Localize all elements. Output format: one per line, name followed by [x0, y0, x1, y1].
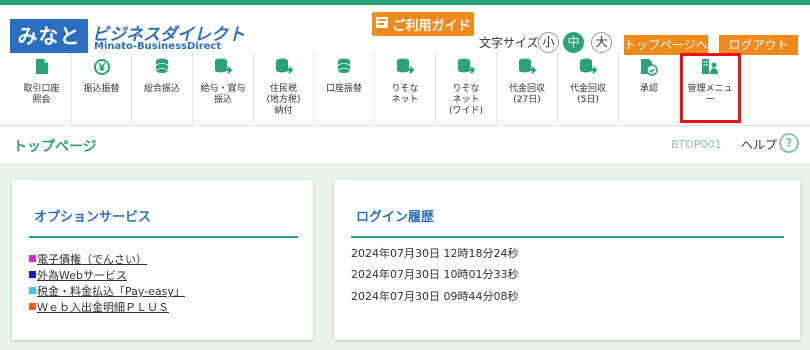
yen-transfer-icon [93, 58, 111, 76]
admin-icon [701, 58, 719, 76]
nav-label: 総合振込 [143, 84, 180, 94]
nav-label: 承認 [639, 84, 658, 94]
logo-main: みなと [10, 19, 88, 53]
panel-divider [351, 236, 784, 238]
book-icon [375, 16, 389, 32]
coins-arrow-icon [457, 58, 476, 76]
nav-item-salary-transfer[interactable]: 給与・賞与 振込 [193, 53, 254, 123]
bullet-square [29, 303, 36, 310]
coins-arrow-icon [214, 58, 233, 76]
login-history-entry: 2024年07月30日 09時44分08秒 [351, 290, 519, 303]
nav-item-collection-27[interactable]: 代金回収 (27日) [497, 53, 558, 123]
login-history-panel: ログイン履歴 2024年07月30日 12時18分24秒 2024年07月30日… [334, 180, 800, 340]
nav-item-account-inquiry[interactable]: 取引口座 照会 [12, 53, 72, 123]
logo-subtitle: Minato-BusinessDirect [94, 41, 222, 52]
nav-label: 口座振替 [325, 84, 362, 94]
nav-label: 取引口座 照会 [23, 84, 60, 105]
nav-label: りそな ネット [391, 84, 419, 105]
coins-icon [337, 58, 351, 76]
page-title: トップページ [13, 139, 97, 155]
user-guide-button[interactable]: ご利用ガイド [372, 12, 474, 36]
login-history-entry: 2024年07月30日 12時18分24秒 [351, 247, 519, 260]
nav-item-account-transfer[interactable]: 口座振替 [314, 53, 375, 123]
font-size-label: 文字サイズ [479, 36, 539, 50]
nav-item-resona-net-wide[interactable]: りそな ネット (ワイド) [436, 53, 497, 123]
bullet-square [29, 287, 36, 294]
option-link-web-statement-plus[interactable]: Ｗｅｂ入出金明細ＰＬＵＳ [29, 301, 185, 314]
coins-arrow-icon [275, 58, 293, 76]
login-history-entry: 2024年07月30日 10時01分33秒 [351, 268, 519, 281]
approve-icon [640, 58, 658, 76]
nav-label: 代金回収 (27日) [508, 84, 545, 105]
option-label: 外為Webサービス [37, 269, 127, 282]
font-size-large-button[interactable]: 大 [591, 32, 612, 53]
option-label: 税金・料金払込「Pay-easy」 [37, 285, 185, 298]
option-link-forex-web[interactable]: 外為Webサービス [29, 269, 185, 282]
option-label: 電子債権（でんさい） [37, 253, 147, 266]
nav-label: りそな ネット (ワイド) [448, 84, 484, 116]
bullet-square [29, 271, 36, 278]
user-guide-label: ご利用ガイド [392, 18, 471, 34]
nav-item-transfer[interactable]: 振込振替 [72, 53, 132, 123]
nav-label: 代金回収 (5日) [569, 84, 606, 105]
nav-label: 給与・賞与 振込 [200, 84, 246, 105]
main-nav: 取引口座 照会 振込振替 総合振込 給与・賞与 振込 住民税 (地方税) 納付 [12, 53, 810, 123]
option-label: Ｗｅｂ入出金明細ＰＬＵＳ [37, 301, 169, 314]
option-link-pay-easy[interactable]: 税金・料金払込「Pay-easy」 [29, 285, 185, 298]
nav-item-resona-net[interactable]: りそな ネット [375, 53, 436, 123]
option-link-densai[interactable]: 電子債権（でんさい） [29, 253, 185, 266]
document-icon [35, 58, 49, 76]
nav-label: 振込振替 [83, 84, 120, 94]
nav-item-admin-menu[interactable]: 管理メニュ ー [680, 53, 741, 123]
bullet-square [29, 255, 36, 262]
page-title-bar: トップページ BTOP001 ヘルプ ? [0, 125, 810, 163]
help-link[interactable]: ヘルプ [741, 136, 777, 153]
coins-arrow-icon [518, 58, 537, 76]
nav-item-collection-5[interactable]: 代金回収 (5日) [558, 53, 619, 123]
option-services-title: オプションサービス [34, 210, 152, 225]
font-size-small-button[interactable]: 小 [538, 32, 559, 53]
nav-item-approval[interactable]: 承認 [619, 53, 680, 123]
nav-item-resident-tax[interactable]: 住民税 (地方税) 納付 [254, 53, 314, 123]
coins-icon [155, 58, 169, 76]
nav-label: 住民税 (地方税) 納付 [266, 84, 301, 116]
login-history-title: ログイン履歴 [356, 210, 435, 225]
header: みなと ビジネスダイレクト Minato-BusinessDirect ご利用ガ… [0, 5, 810, 125]
option-services-list: 電子債権（でんさい） 外為Webサービス 税金・料金払込「Pay-easy」 Ｗ… [29, 253, 185, 317]
logout-link[interactable]: ログアウト [719, 35, 798, 55]
coins-arrow-icon [396, 58, 415, 76]
option-services-panel: オプションサービス 電子債権（でんさい） 外為Webサービス 税金・料金払込「P… [12, 180, 313, 340]
logo[interactable]: みなと ビジネスダイレクト Minato-BusinessDirect [10, 19, 245, 55]
nav-item-bulk-transfer[interactable]: 総合振込 [132, 53, 193, 123]
coins-arrow-icon [579, 58, 598, 76]
font-size-medium-button[interactable]: 中 [563, 32, 584, 53]
panel-divider [29, 236, 298, 238]
page-id: BTOP001 [671, 138, 722, 151]
top-page-link[interactable]: トップページへ [624, 35, 708, 55]
nav-label: 管理メニュ ー [687, 84, 733, 105]
help-icon[interactable]: ? [779, 133, 799, 153]
